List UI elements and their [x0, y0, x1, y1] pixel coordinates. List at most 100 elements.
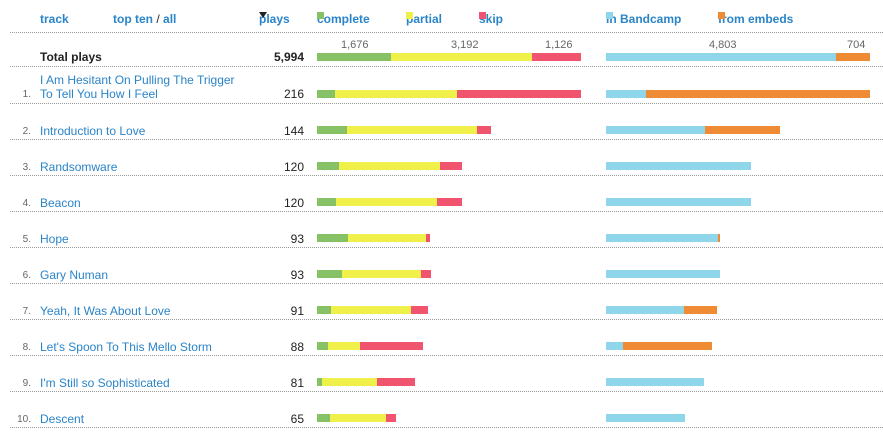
- legend-complete: complete: [317, 12, 370, 26]
- embeds-segment: [623, 342, 712, 350]
- table-row: 7. Yeah, It Was About Love 91: [0, 284, 883, 320]
- total-skip-label: 1,126: [545, 39, 573, 51]
- skip-segment: [437, 198, 462, 206]
- track-rank: 3.: [22, 162, 31, 173]
- skip-segment: [360, 342, 423, 350]
- table-row: 10. Descent 65: [0, 392, 883, 428]
- bandcamp-segment: [606, 90, 646, 98]
- bandcamp-segment: [606, 378, 704, 386]
- track-plays: 81: [290, 376, 304, 390]
- track-plays: 120: [283, 196, 304, 210]
- partial-segment: [330, 414, 386, 422]
- total-source-bar: [606, 53, 870, 61]
- total-complete-label: 1,676: [341, 39, 369, 51]
- track-title-link[interactable]: Gary Numan: [40, 268, 240, 282]
- complete-segment: [317, 198, 336, 206]
- skip-segment: [440, 162, 462, 170]
- track-title-link[interactable]: Let's Spoon To This Mello Storm: [40, 340, 240, 354]
- track-plays: 65: [290, 412, 304, 426]
- partial-segment: [335, 90, 457, 98]
- skip-swatch-icon: [479, 12, 486, 19]
- complete-segment: [317, 234, 348, 242]
- bandcamp-segment: [606, 342, 623, 350]
- total-bandcamp-label: 4,803: [709, 39, 737, 51]
- track-title-link[interactable]: I'm Still so Sophisticated: [40, 376, 240, 390]
- track-title-link[interactable]: Introduction to Love: [40, 124, 240, 138]
- table-row: 3. Randsomware 120: [0, 140, 883, 176]
- bandcamp-swatch-icon: [606, 12, 613, 19]
- track-title-link[interactable]: Randsomware: [40, 160, 240, 174]
- track-rank: 2.: [22, 126, 31, 137]
- plays-column-header[interactable]: plays: [259, 12, 290, 26]
- track-rank: 1.: [22, 89, 31, 100]
- skip-segment: [426, 234, 430, 242]
- complete-segment: [317, 414, 330, 422]
- table-row: 5. Hope 93: [0, 212, 883, 248]
- track-title-link[interactable]: I Am Hesitant On Pulling The Trigger To …: [40, 73, 240, 101]
- table-row: 1. I Am Hesitant On Pulling The Trigger T…: [0, 68, 883, 104]
- all-link[interactable]: all: [163, 12, 176, 26]
- embeds-segment: [705, 126, 780, 134]
- embeds-swatch-icon: [718, 12, 725, 19]
- skip-segment: [477, 126, 491, 134]
- embeds-segment: [646, 90, 870, 98]
- partial-segment: [342, 270, 421, 278]
- complete-segment: [317, 126, 347, 134]
- bandcamp-segment: [606, 162, 751, 170]
- legend-in-bandcamp: in Bandcamp: [606, 12, 681, 26]
- skip-segment: [457, 90, 581, 98]
- partial-segment: [348, 234, 426, 242]
- legend-partial: partial: [406, 12, 442, 26]
- track-title-link[interactable]: Yeah, It Was About Love: [40, 304, 240, 318]
- table-row: 4. Beacon 120: [0, 176, 883, 212]
- totals-divider: [10, 66, 883, 67]
- partial-segment: [322, 378, 377, 386]
- skip-segment: [421, 270, 431, 278]
- legend-skip: skip: [479, 12, 503, 26]
- track-plays: 91: [290, 304, 304, 318]
- legend-from-embeds-label: from embeds: [718, 12, 794, 26]
- total-plays-label: Total plays: [40, 50, 102, 64]
- track-rank: 6.: [22, 270, 31, 281]
- complete-segment: [317, 90, 335, 98]
- bandcamp-segment: [606, 306, 684, 314]
- track-column-header[interactable]: track: [40, 12, 69, 26]
- bandcamp-segment: [606, 234, 718, 242]
- bandcamp-segment: [606, 53, 836, 61]
- total-plays-value: 5,994: [273, 50, 304, 64]
- track-plays: 88: [290, 340, 304, 354]
- track-title-link[interactable]: Descent: [40, 412, 240, 426]
- header-divider: [10, 32, 883, 33]
- sort-desc-icon: [259, 12, 267, 18]
- table-header: track top ten / all plays complete parti…: [0, 12, 883, 28]
- track-plays: 120: [283, 160, 304, 174]
- skip-segment: [532, 53, 581, 61]
- partial-segment: [336, 198, 437, 206]
- table-row: 6. Gary Numan 93: [0, 248, 883, 284]
- filter-toggle: top ten / all: [113, 12, 176, 26]
- partial-segment: [391, 53, 532, 61]
- track-plays: 216: [283, 87, 304, 101]
- complete-swatch-icon: [317, 12, 324, 19]
- partial-segment: [331, 306, 411, 314]
- skip-segment: [377, 378, 415, 386]
- filter-separator: /: [153, 12, 164, 26]
- total-partial-label: 3,192: [451, 39, 479, 51]
- embeds-segment: [684, 306, 717, 314]
- track-title-link[interactable]: Hope: [40, 232, 240, 246]
- legend-complete-label: complete: [317, 12, 370, 26]
- skip-segment: [411, 306, 428, 314]
- legend-in-bandcamp-label: in Bandcamp: [606, 12, 682, 26]
- complete-segment: [317, 53, 391, 61]
- bandcamp-segment: [606, 198, 751, 206]
- complete-segment: [317, 342, 328, 350]
- total-embeds-label: 704: [847, 39, 866, 51]
- total-play-status-bar: [317, 53, 581, 61]
- track-plays: 144: [283, 124, 304, 138]
- partial-swatch-icon: [406, 12, 413, 19]
- complete-segment: [317, 270, 342, 278]
- track-plays: 93: [290, 268, 304, 282]
- track-rank: 4.: [22, 198, 31, 209]
- track-title-link[interactable]: Beacon: [40, 196, 240, 210]
- top-ten-link[interactable]: top ten: [113, 12, 153, 26]
